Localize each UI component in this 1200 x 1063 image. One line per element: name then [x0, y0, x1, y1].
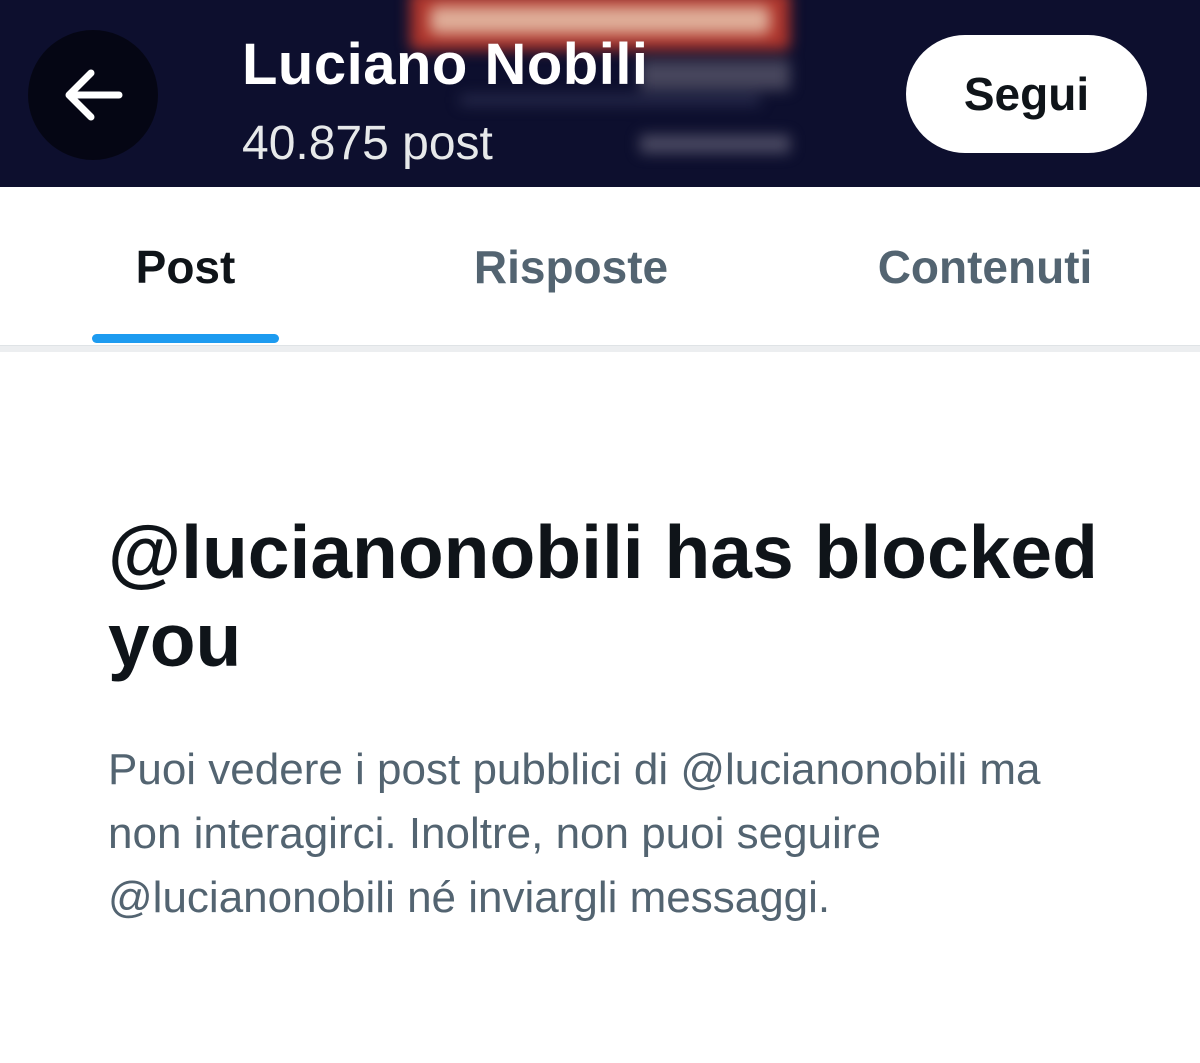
profile-screen: Luciano Nobili 40.875 post Segui Post Ri… — [0, 0, 1200, 1063]
blocked-description: Puoi vedere i post pubblici di @lucianon… — [108, 745, 1041, 922]
post-count: 40.875 post — [242, 117, 493, 170]
tab-contenuti[interactable]: Contenuti — [840, 187, 1130, 347]
profile-name: Luciano Nobili — [242, 32, 649, 97]
profile-tabs: Post Risposte Contenuti — [0, 187, 1200, 347]
tab-risposte[interactable]: Risposte — [440, 187, 702, 347]
back-button[interactable] — [28, 30, 158, 160]
tabs-divider — [0, 345, 1200, 352]
tab-post[interactable]: Post — [92, 187, 279, 347]
profile-header: Luciano Nobili 40.875 post Segui — [0, 0, 1200, 187]
follow-button[interactable]: Segui — [906, 35, 1147, 153]
arrow-left-icon — [65, 69, 123, 121]
tab-label: Risposte — [473, 241, 669, 293]
active-tab-indicator — [92, 334, 279, 343]
blocked-title: @lucianonobili has blocked you — [108, 510, 1098, 682]
tab-label: Contenuti — [877, 241, 1093, 293]
tab-label: Post — [135, 241, 236, 293]
